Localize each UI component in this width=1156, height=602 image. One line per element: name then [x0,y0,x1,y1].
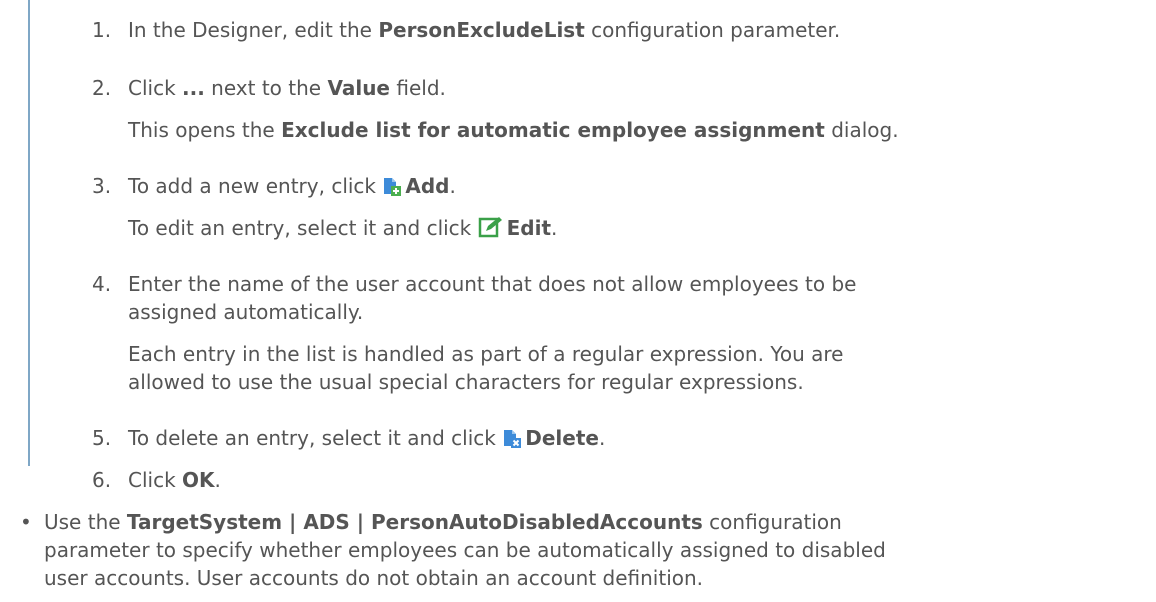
bullet-text-line-3: user accounts. User accounts do not obta… [44,566,704,590]
step-4-note-line-2: allowed to use the usual special charact… [128,370,804,394]
step-number: 1. [92,18,112,42]
bullet-marker: • [20,510,32,534]
step-5-text: To delete an entry, select it and click … [128,424,605,455]
parameter-name: PersonExcludeList [378,18,585,42]
step-number: 5. [92,426,112,450]
step-2-text: Click ... next to the Value field. [128,76,446,100]
step-3-note: To edit an entry, select it and click Ed… [128,214,557,245]
step-number: 3. [92,174,112,198]
add-document-icon [382,174,402,203]
step-number: 6. [92,468,112,492]
delete-document-icon [502,426,522,455]
step-4-text-line-2: assigned automatically. [128,300,364,324]
bullet-text-line-2: parameter to specify whether employees c… [44,538,886,562]
step-3-text: To add a new entry, click Add. [128,172,456,203]
step-6-text: Click OK. [128,468,221,492]
edit-pencil-icon [478,216,504,245]
step-4-text-line-1: Enter the name of the user account that … [128,272,857,296]
bullet-text-line-1: Use the TargetSystem | ADS | PersonAutoD… [44,510,842,534]
step-number: 2. [92,76,112,100]
step-2-note: This opens the Exclude list for automati… [128,118,899,142]
left-margin-bar [28,0,30,466]
step-1-text: In the Designer, edit the PersonExcludeL… [128,18,841,42]
parameter-path: TargetSystem | ADS | PersonAutoDisabledA… [126,510,703,534]
step-4-note-line-1: Each entry in the list is handled as par… [128,342,844,366]
step-number: 4. [92,272,112,296]
